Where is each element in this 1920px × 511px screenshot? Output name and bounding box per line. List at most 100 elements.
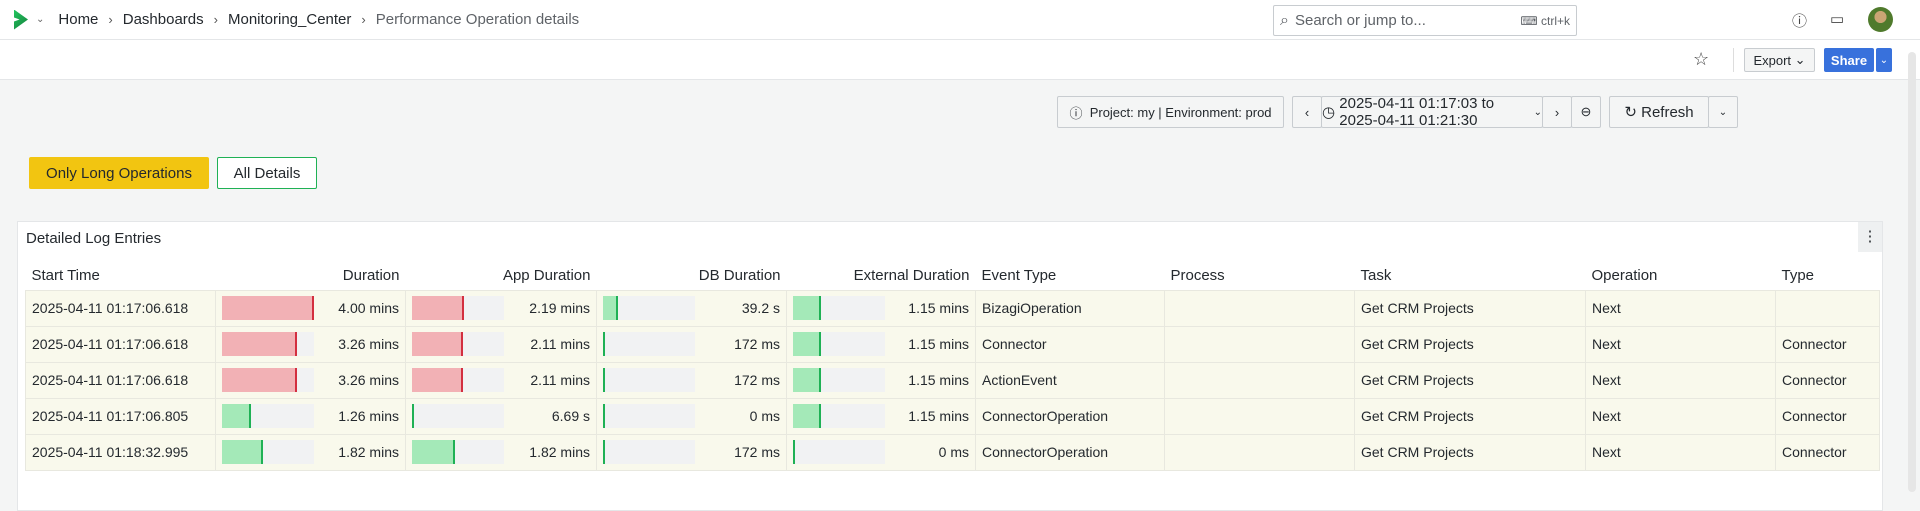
duration-bar <box>412 332 504 356</box>
duration-value: 3.26 mins <box>338 336 399 352</box>
cell-task: Get CRM Projects <box>1354 397 1586 435</box>
duration-bar-fill <box>412 332 463 356</box>
search-input[interactable]: ⌕ Search or jump to... ⌨ ctrl+k <box>1273 5 1577 36</box>
panel-title: Detailed Log Entries <box>26 230 162 247</box>
column-header[interactable]: Type <box>1776 262 1880 290</box>
project-environment-info[interactable]: ⓘ Project: my | Environment: prod <box>1057 96 1284 128</box>
breadcrumb-separator-icon: › <box>213 12 218 27</box>
cell-db: 39.2 s <box>596 289 787 327</box>
panel-menu-icon[interactable]: ⋮ <box>1858 222 1882 252</box>
duration-value: 4.00 mins <box>338 300 399 316</box>
shortcut-text: ctrl+k <box>1540 13 1570 28</box>
avatar[interactable] <box>1868 7 1893 32</box>
duration-bar-fill <box>412 440 456 464</box>
export-button[interactable]: Export ⌄ <box>1744 48 1815 72</box>
duration-value: 172 ms <box>734 372 780 388</box>
breadcrumb-monitoring-center[interactable]: Monitoring_Center <box>228 11 351 28</box>
breadcrumb-separator-icon: › <box>108 12 113 27</box>
duration-bar <box>222 368 314 392</box>
cell-operation: Next <box>1585 361 1776 399</box>
breadcrumb-dashboards[interactable]: Dashboards <box>123 11 204 28</box>
top-nav: ⌄ Home › Dashboards › Monitoring_Center › P… <box>0 0 1920 40</box>
duration-bar <box>603 296 695 320</box>
duration-value: 1.15 mins <box>908 372 969 388</box>
star-icon[interactable]: ☆ <box>1693 49 1709 70</box>
cell-process <box>1164 289 1355 327</box>
cell-event: ActionEvent <box>975 361 1165 399</box>
search-placeholder: Search or jump to... <box>1294 12 1426 29</box>
cell-app: 2.19 mins <box>405 289 597 327</box>
only-long-operations-button[interactable]: Only Long Operations <box>29 157 209 189</box>
cell-start: 2025-04-11 01:17:06.618 <box>25 361 216 399</box>
column-header[interactable]: Task <box>1355 262 1586 290</box>
detailed-log-entries-panel: Detailed Log Entries ⋮ Start Time Duratio… <box>17 221 1883 511</box>
export-label: Export <box>1753 52 1792 68</box>
duration-value: 0 ms <box>749 408 780 424</box>
duration-value: 172 ms <box>734 336 780 352</box>
duration-bar <box>603 404 695 428</box>
clock-icon: ◷ <box>1322 104 1340 121</box>
time-range-picker[interactable]: ◷ 2025-04-11 01:17:03 to 2025-04-11 01:2… <box>1321 95 1543 129</box>
column-header[interactable]: App Duration <box>406 262 597 290</box>
column-header[interactable]: Event Type <box>976 262 1165 290</box>
column-header[interactable]: DB Duration <box>597 262 787 290</box>
duration-bar-fill <box>222 332 298 356</box>
app-logo-icon[interactable] <box>14 9 28 30</box>
context-label: Project: my | Environment: prod <box>1089 104 1272 120</box>
duration-value: 1.15 mins <box>908 300 969 316</box>
dashboard-toolbar: ☆ Export ⌄ Share ⌄ <box>0 40 1920 80</box>
keyboard-shortcut-hint: ⌨ ctrl+k <box>1520 13 1570 28</box>
duration-bar <box>793 296 885 320</box>
help-icon[interactable]: ⓘ <box>1792 10 1807 31</box>
column-header[interactable]: Duration <box>216 262 406 290</box>
time-back-button[interactable]: ‹ <box>1292 96 1322 128</box>
cell-app: 2.11 mins <box>405 325 597 363</box>
cell-type <box>1775 289 1880 327</box>
duration-bar-fill <box>793 404 821 428</box>
duration-bar-fill <box>222 404 251 428</box>
refresh-interval-chevron-icon[interactable]: ⌄ <box>1708 96 1738 128</box>
duration-bar <box>412 440 504 464</box>
column-header[interactable]: Operation <box>1586 262 1776 290</box>
cell-app: 1.82 mins <box>405 433 597 471</box>
cell-app: 6.69 s <box>405 397 597 435</box>
search-icon: ⌕ <box>1280 11 1289 29</box>
cell-event: Connector <box>975 325 1165 363</box>
news-icon[interactable]: ▭ <box>1830 10 1844 28</box>
chevron-down-icon: ⌄ <box>1533 106 1542 118</box>
duration-value: 3.26 mins <box>338 372 399 388</box>
duration-bar-fill <box>412 296 465 320</box>
cell-ext: 0 ms <box>786 433 976 471</box>
share-button[interactable]: Share <box>1824 48 1874 72</box>
info-icon: ⓘ <box>1069 105 1090 121</box>
page-scrollbar[interactable] <box>1908 52 1916 492</box>
table-row: 2025-04-11 01:17:06.618 3.26 mins 2.11 min… <box>25 361 1880 399</box>
duration-value: 39.2 s <box>741 300 780 316</box>
cell-type: Connector <box>1775 325 1880 363</box>
cell-event: ConnectorOperation <box>975 433 1165 471</box>
duration-bar-fill <box>793 368 821 392</box>
cell-ext: 1.15 mins <box>786 325 976 363</box>
table-row: 2025-04-11 01:17:06.618 4.00 mins 2.19 min… <box>25 289 1880 327</box>
duration-bar-fill <box>603 368 605 392</box>
duration-bar-fill <box>603 296 618 320</box>
cell-dur: 1.82 mins <box>215 433 406 471</box>
duration-bar-fill <box>603 440 605 464</box>
time-forward-button[interactable]: › <box>1542 96 1572 128</box>
cell-process <box>1164 361 1355 399</box>
share-options-chevron-icon[interactable]: ⌄ <box>1876 48 1892 72</box>
table-row: 2025-04-11 01:17:06.618 3.26 mins 2.11 min… <box>25 325 1880 363</box>
duration-bar-fill <box>603 404 605 428</box>
refresh-button[interactable]: ↻ Refresh <box>1609 96 1709 128</box>
cell-ext: 1.15 mins <box>786 361 976 399</box>
column-header[interactable]: Process <box>1165 262 1355 290</box>
column-header[interactable]: Start Time <box>26 262 216 290</box>
column-header[interactable]: External Duration <box>787 262 976 290</box>
all-details-button[interactable]: All Details <box>217 157 317 189</box>
time-range-label: 2025-04-11 01:17:03 to 2025-04-11 01:21:… <box>1339 95 1495 129</box>
zoom-out-icon[interactable]: ⊖ <box>1571 96 1601 128</box>
duration-bar <box>412 368 504 392</box>
duration-bar <box>793 332 885 356</box>
breadcrumb-home[interactable]: Home <box>58 11 98 28</box>
chevron-down-icon[interactable]: ⌄ <box>36 14 44 25</box>
